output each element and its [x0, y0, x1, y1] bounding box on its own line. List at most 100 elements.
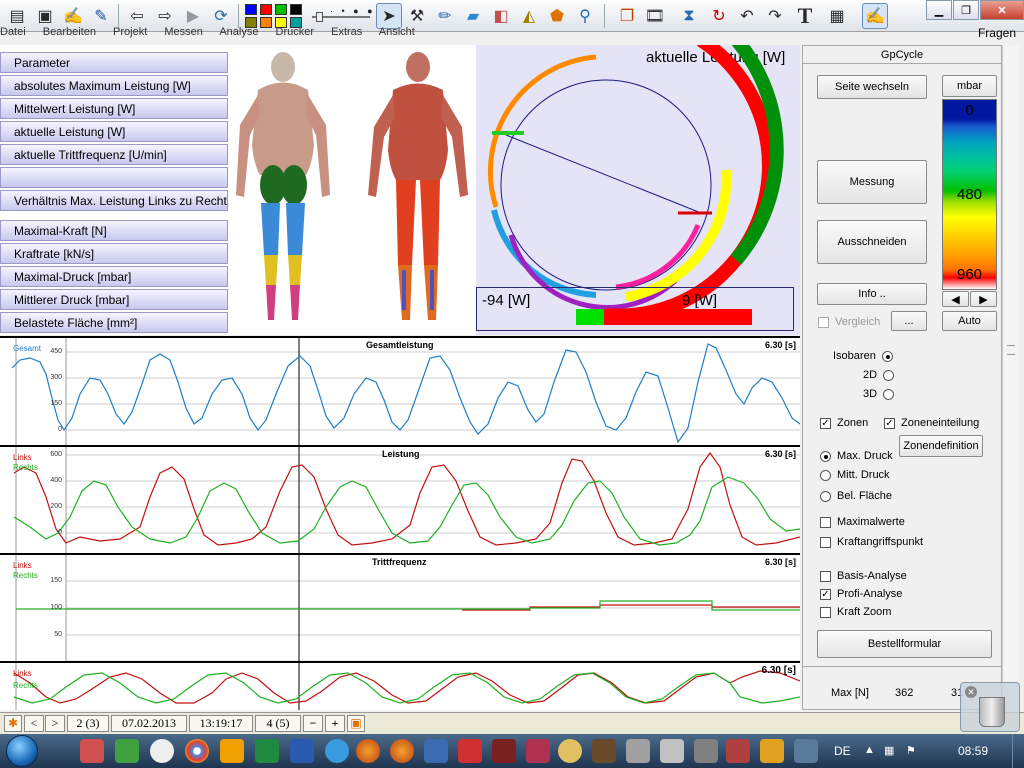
taskbar-app-icon[interactable] — [626, 739, 650, 763]
menu-extras[interactable]: Extras — [331, 26, 362, 38]
color-swatch-green[interactable] — [275, 4, 287, 15]
taskbar-app-icon[interactable] — [660, 739, 684, 763]
auto-button[interactable]: Auto — [942, 311, 997, 331]
taskbar-app-icon[interactable] — [220, 739, 244, 763]
word-icon[interactable] — [290, 739, 314, 763]
taskbar-app-icon[interactable] — [592, 739, 616, 763]
taskbar-app-icon[interactable] — [458, 739, 482, 763]
eraser-icon[interactable]: ◧ — [488, 3, 514, 29]
next-page-button[interactable]: > — [45, 715, 65, 732]
chart-force[interactable]: 6.30 [s] Links Rechts — [0, 661, 800, 710]
taskbar-app-icon[interactable] — [115, 739, 139, 763]
menu-bearbeiten[interactable]: Bearbeiten — [43, 26, 96, 38]
param-abs-max-power[interactable]: absolutes Maximum Leistung [W] — [0, 75, 228, 96]
firefox-icon[interactable] — [356, 739, 380, 763]
redo-icon[interactable]: ↷ — [762, 3, 788, 29]
zonen-checkbox[interactable]: ✓ Zonen — [820, 417, 868, 429]
minus-button[interactable]: − — [303, 715, 323, 732]
excel-icon[interactable] — [255, 739, 279, 763]
profi-analyse-checkbox[interactable]: ✓ Profi-Analyse — [820, 588, 902, 600]
3d-radio[interactable]: 3D — [863, 388, 895, 400]
maximize-button[interactable]: ❐ — [953, 0, 979, 20]
color-swatch-red[interactable] — [260, 4, 272, 15]
unit-button[interactable]: mbar — [942, 75, 997, 97]
eyedropper-icon[interactable]: ⚲ — [572, 3, 598, 29]
basis-analyse-checkbox[interactable]: Basis-Analyse — [820, 570, 907, 582]
menu-drucker[interactable]: Drucker — [276, 26, 315, 38]
menu-analyse[interactable]: Analyse — [219, 26, 258, 38]
menu-projekt[interactable]: Projekt — [113, 26, 147, 38]
scroll-thumb[interactable] — [1007, 345, 1015, 355]
hourglass-icon[interactable]: ⧗ — [676, 3, 702, 29]
mitt-druck-radio[interactable]: Mitt. Druck — [820, 469, 890, 481]
zoneneinteilung-checkbox[interactable]: ✓ Zoneneinteilung — [884, 417, 979, 429]
param-max-pressure[interactable]: Maximal-Druck [mbar] — [0, 266, 228, 287]
taskbar-app-icon[interactable] — [726, 739, 750, 763]
vergleich-dots-button[interactable]: ... — [891, 311, 927, 331]
text-icon[interactable]: T — [792, 3, 818, 29]
network-icon[interactable]: ▦ — [884, 744, 894, 757]
clock[interactable]: 08:59 — [958, 744, 988, 758]
taskbar-app-icon[interactable] — [150, 739, 174, 763]
marker-icon[interactable]: ▰ — [460, 3, 486, 29]
reload-icon[interactable]: ↻ — [706, 3, 732, 29]
info-button[interactable]: Info .. — [817, 283, 927, 305]
taskbar-app-icon[interactable] — [424, 739, 448, 763]
ausschneiden-button[interactable]: Ausschneiden — [817, 220, 927, 264]
star-icon[interactable]: ✱ — [4, 715, 22, 732]
param-mean-power[interactable]: Mittelwert Leistung [W] — [0, 98, 228, 119]
shape-icon[interactable]: ⬟ — [544, 3, 570, 29]
taskbar-app-icon[interactable] — [794, 739, 818, 763]
param-mean-pressure[interactable]: Mittlerer Druck [mbar] — [0, 289, 228, 310]
param-power-ratio[interactable]: Verhältnis Max. Leistung Links zu Rechts — [0, 190, 228, 211]
color-swatch-blue[interactable] — [245, 4, 257, 15]
param-header[interactable]: Parameter — [0, 52, 228, 73]
menu-messen[interactable]: Messen — [164, 26, 203, 38]
taskbar-app-icon[interactable] — [558, 739, 582, 763]
menu-fragen[interactable]: Fragen — [978, 26, 1016, 40]
chrome-icon[interactable] — [185, 739, 209, 763]
chart-leistung[interactable]: Leistung 6.30 [s] Links Rechts 600 400 2… — [0, 445, 800, 553]
firefox-icon[interactable] — [390, 739, 414, 763]
max-druck-radio[interactable]: Max. Druck — [820, 450, 893, 462]
taskbar-app-icon[interactable] — [492, 739, 516, 763]
bel-flaeche-radio[interactable]: Bel. Fläche — [820, 490, 892, 502]
color-swatch-black[interactable] — [290, 4, 302, 15]
taskbar-app-icon[interactable] — [526, 739, 550, 763]
close-button[interactable]: ✕ — [980, 0, 1024, 20]
scale-left-button[interactable]: ◀ — [942, 291, 969, 307]
scale-right-button[interactable]: ▶ — [970, 291, 997, 307]
param-empty[interactable] — [0, 167, 228, 188]
2d-radio[interactable]: 2D — [863, 369, 895, 381]
pen-icon[interactable]: ✏ — [432, 3, 458, 29]
note-icon[interactable]: ▦ — [824, 3, 850, 29]
param-force-rate[interactable]: Kraftrate [kN/s] — [0, 243, 228, 264]
taskbar-app-icon[interactable] — [694, 739, 718, 763]
bestellformular-button[interactable]: Bestellformular — [817, 630, 992, 658]
chart-gesamtleistung[interactable]: Gesamtleistung 6.30 [s] Gesamt 450 300 1… — [0, 336, 800, 445]
seite-wechseln-button[interactable]: Seite wechseln — [817, 75, 927, 99]
layers-icon[interactable]: ❐ — [614, 3, 640, 29]
chart-trittfrequenz[interactable]: Trittfrequenz 6.30 [s] Links Rechts 150 … — [0, 553, 800, 661]
param-loaded-area[interactable]: Belastete Fläche [mm²] — [0, 312, 228, 333]
tray-chevron-icon[interactable]: ▲ — [864, 744, 875, 756]
flag-icon[interactable]: ⚑ — [906, 744, 916, 757]
kraftangriffspunkt-checkbox[interactable]: Kraftangriffspunkt — [820, 536, 923, 548]
param-max-force[interactable]: Maximal-Kraft [N] — [0, 220, 228, 241]
maximalwerte-checkbox[interactable]: Maximalwerte — [820, 516, 905, 528]
taskbar-app-icon[interactable] — [80, 739, 104, 763]
show-desktop-button[interactable] — [1012, 734, 1024, 768]
slider-handle[interactable] — [316, 12, 323, 22]
vertical-scrollbar[interactable] — [1002, 45, 1019, 710]
minimize-button[interactable]: ▁ — [926, 0, 952, 20]
messung-button[interactable]: Messung — [817, 160, 927, 204]
recycle-bin-widget[interactable]: ✕ — [960, 682, 1020, 732]
dots-size-icon[interactable]: · • ● ● — [330, 6, 376, 16]
menu-datei[interactable]: Datei — [0, 26, 26, 38]
plus-button[interactable]: + — [325, 715, 345, 732]
param-current-power[interactable]: aktuelle Leistung [W] — [0, 121, 228, 142]
film-icon[interactable]: 🎞 — [642, 3, 668, 29]
kraft-zoom-checkbox[interactable]: Kraft Zoom — [820, 606, 891, 618]
taskbar-app-icon[interactable] — [760, 739, 784, 763]
menu-ansicht[interactable]: Ansicht — [379, 26, 415, 38]
